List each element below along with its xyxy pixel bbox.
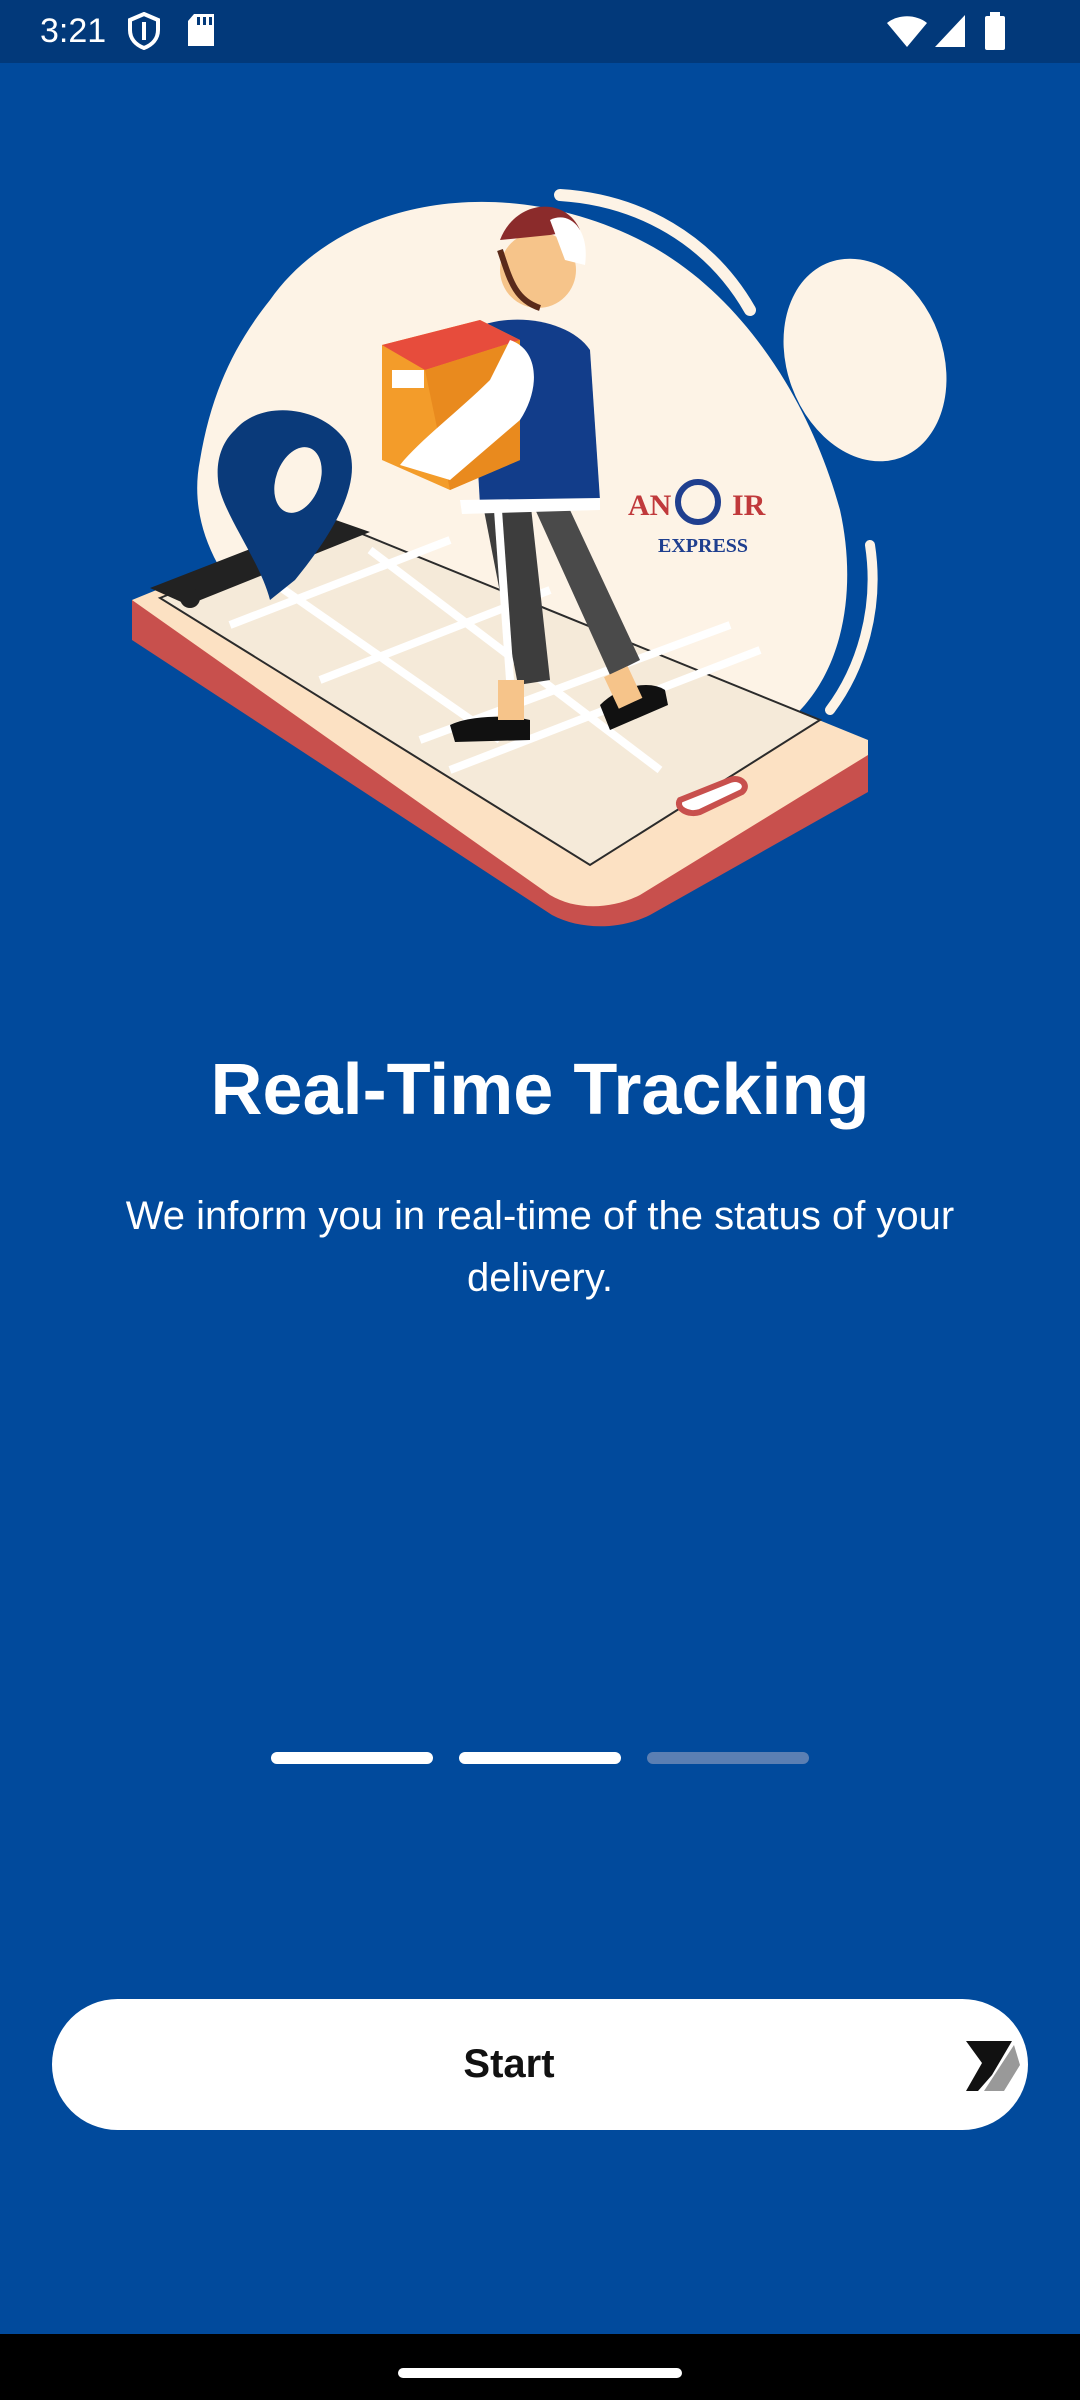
start-button-label: Start — [463, 2042, 555, 2086]
battery-icon — [985, 12, 1005, 50]
wifi-icon — [887, 16, 927, 47]
pencil-arrow-icon — [966, 2041, 1020, 2091]
shield-icon — [128, 12, 160, 50]
page-indicator-dot-2[interactable] — [459, 1752, 621, 1764]
delivery-illustration: AN IR EXPRESS — [132, 189, 947, 927]
logo-text-ir: IR — [732, 489, 766, 522]
status-time: 3:21 — [40, 12, 107, 50]
navigation-bar — [0, 2334, 1080, 2400]
sd-card-icon — [188, 14, 214, 46]
logo-text-express: EXPRESS — [658, 535, 748, 557]
page-indicator-dot-1[interactable] — [271, 1752, 433, 1764]
status-bar: 3:21 — [0, 0, 1080, 63]
onboarding-title: Real-Time Tracking — [210, 1050, 870, 1130]
page-indicator-dot-3[interactable] — [647, 1752, 809, 1764]
onboarding-description: We inform you in real-time of the status… — [125, 1194, 955, 1300]
start-button[interactable]: Start — [52, 1999, 1028, 2130]
signal-icon — [935, 15, 965, 47]
home-gesture-handle[interactable] — [398, 2368, 682, 2378]
logo-text-an: AN — [628, 489, 672, 522]
page-indicator — [0, 1752, 1080, 1764]
